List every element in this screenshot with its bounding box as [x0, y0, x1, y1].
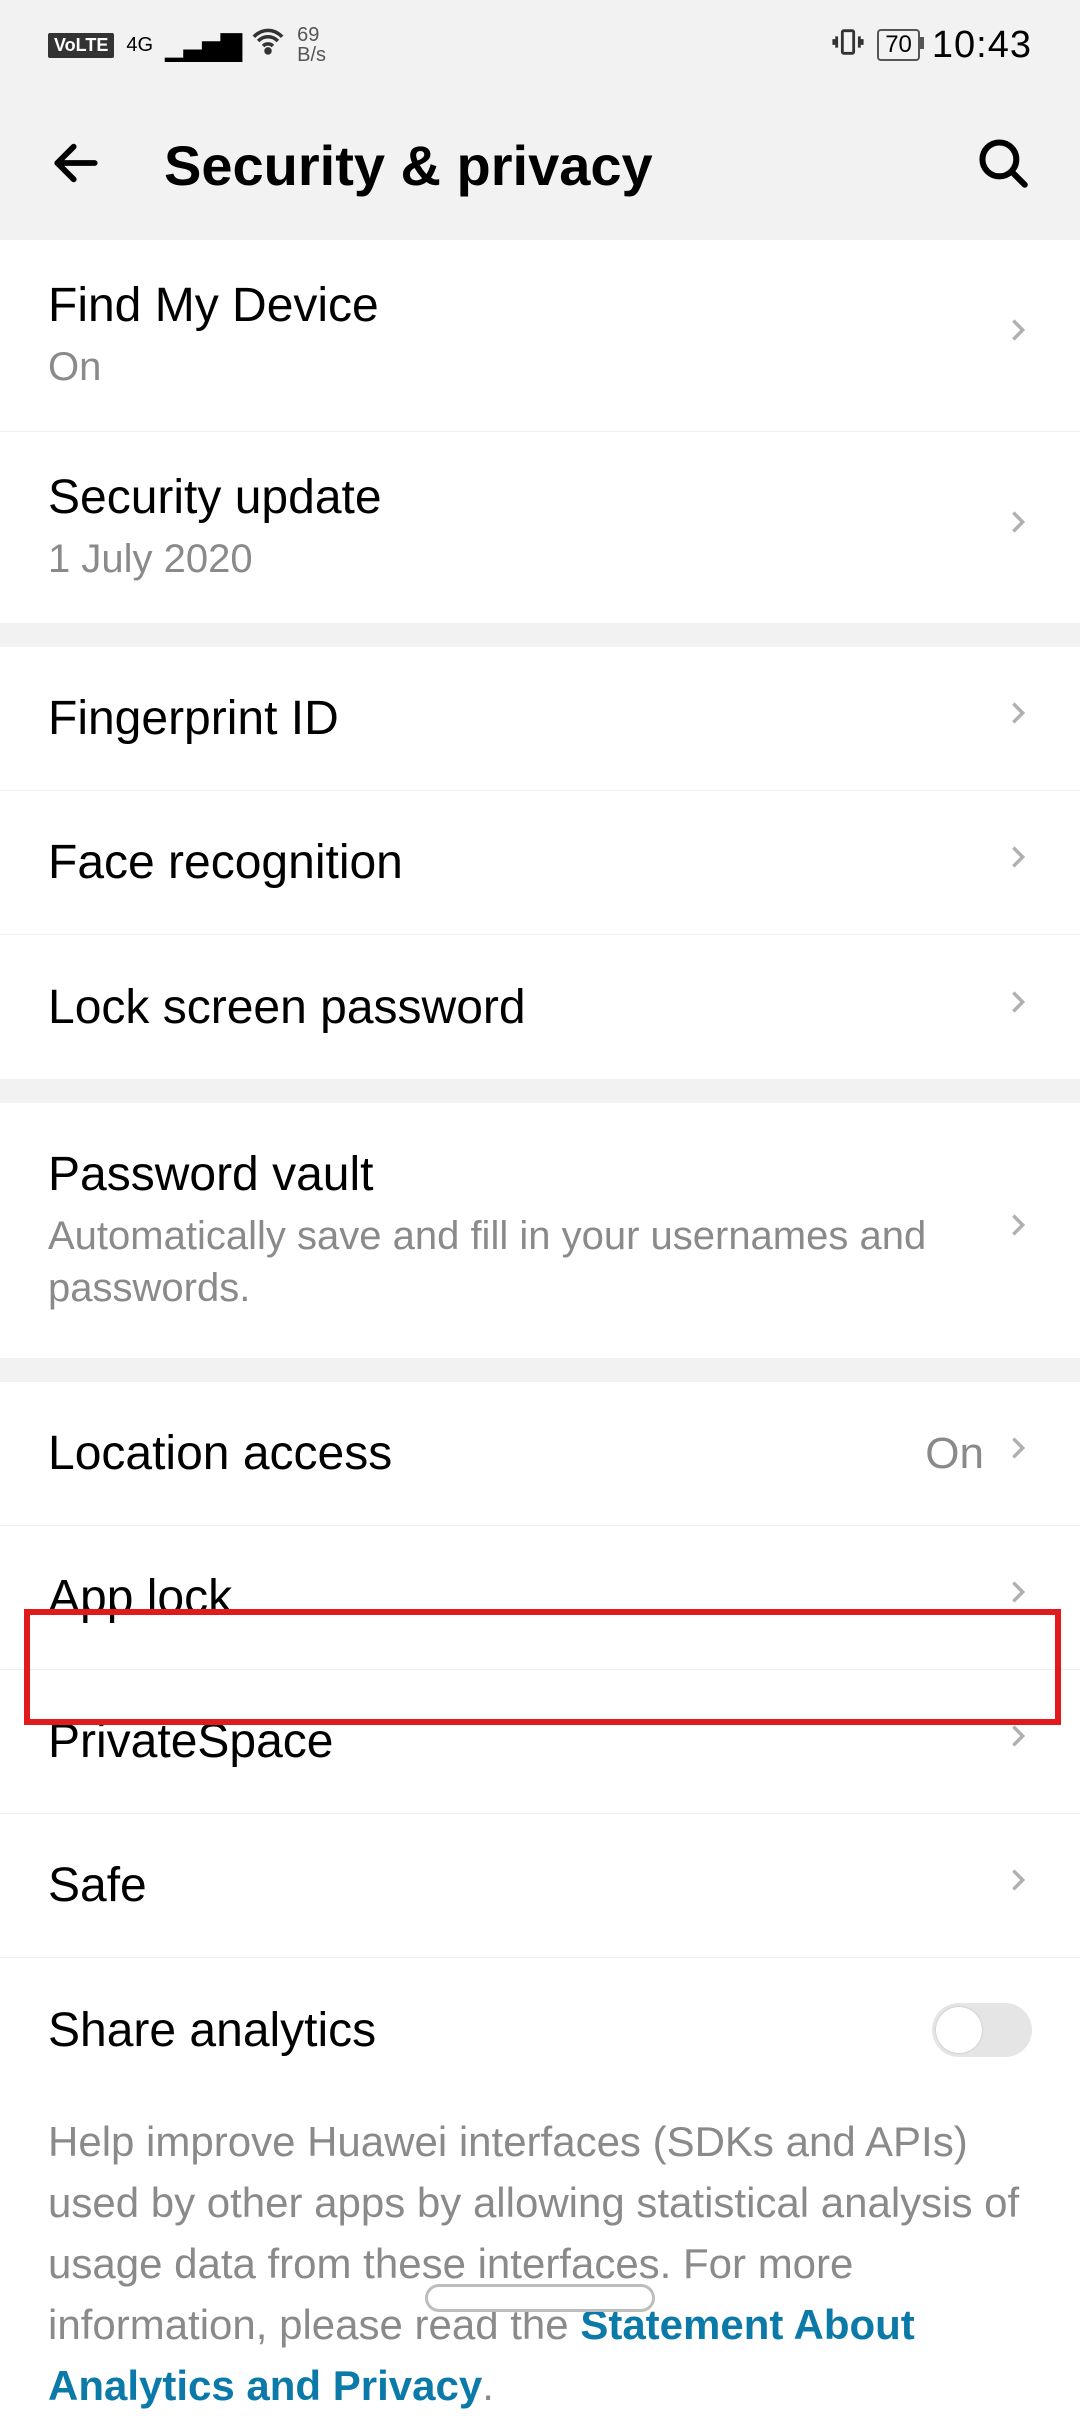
wifi-icon [251, 24, 285, 66]
gesture-nav-pill[interactable] [425, 2284, 655, 2312]
row-location-access[interactable]: Location access On [0, 1382, 1080, 1526]
settings-group-biometrics: Fingerprint ID Face recognition Lock scr… [0, 647, 1080, 1079]
row-title: Share analytics [48, 2003, 932, 2058]
row-app-lock[interactable]: App lock [0, 1526, 1080, 1670]
status-bar: VoLTE 4G ▁▃▅▇ 69 B/s 70 10:43 [0, 0, 1080, 90]
row-privatespace[interactable]: PrivateSpace [0, 1670, 1080, 1814]
row-title: App lock [48, 1570, 1004, 1625]
row-password-vault[interactable]: Password vault Automatically save and fi… [0, 1103, 1080, 1358]
chevron-right-icon [1004, 306, 1032, 365]
chevron-right-icon [1004, 833, 1032, 892]
row-subtitle: Automatically save and fill in your user… [48, 1210, 1004, 1314]
row-subtitle: 1 July 2020 [48, 533, 1004, 585]
row-lock-screen-password[interactable]: Lock screen password [0, 935, 1080, 1079]
chevron-right-icon [1004, 1424, 1032, 1483]
row-title: Location access [48, 1426, 925, 1481]
row-find-my-device[interactable]: Find My Device On [0, 240, 1080, 432]
network-speed-indicator: 69 B/s [297, 25, 326, 65]
chevron-right-icon [1004, 1712, 1032, 1771]
back-arrow-icon[interactable] [48, 135, 104, 196]
row-title: Security update [48, 470, 1004, 525]
chevron-right-icon [1004, 498, 1032, 557]
row-face-recognition[interactable]: Face recognition [0, 791, 1080, 935]
signal-bars-icon: ▁▃▅▇ [165, 29, 239, 62]
row-fingerprint-id[interactable]: Fingerprint ID [0, 647, 1080, 791]
row-title: Find My Device [48, 278, 1004, 333]
chevron-right-icon [1004, 689, 1032, 748]
chevron-right-icon [1004, 1856, 1032, 1915]
row-title: Fingerprint ID [48, 691, 1004, 746]
page-title: Security & privacy [164, 133, 914, 198]
row-subtitle: On [48, 341, 1004, 393]
chevron-right-icon [1004, 1568, 1032, 1627]
row-title: Face recognition [48, 835, 1004, 890]
row-title: PrivateSpace [48, 1714, 1004, 1769]
share-analytics-toggle[interactable] [932, 2003, 1032, 2057]
chevron-right-icon [1004, 1201, 1032, 1260]
settings-group-password-vault: Password vault Automatically save and fi… [0, 1103, 1080, 1358]
row-title: Password vault [48, 1147, 1004, 1202]
settings-group-device: Find My Device On Security update 1 July… [0, 240, 1080, 623]
footnote-after: . [482, 2362, 494, 2409]
volte-indicator: VoLTE [48, 33, 114, 58]
row-title: Safe [48, 1858, 1004, 1913]
row-security-update[interactable]: Security update 1 July 2020 [0, 432, 1080, 623]
row-value: On [925, 1429, 984, 1479]
settings-group-privacy: Location access On App lock PrivateSpace… [0, 1382, 1080, 2416]
page-header: Security & privacy [0, 90, 1080, 240]
search-icon[interactable] [974, 134, 1032, 197]
row-title: Lock screen password [48, 980, 1004, 1035]
row-safe[interactable]: Safe [0, 1814, 1080, 1958]
clock-indicator: 10:43 [932, 24, 1032, 67]
share-analytics-footnote: Help improve Huawei interfaces (SDKs and… [0, 2102, 1080, 2416]
battery-indicator: 70 [877, 29, 920, 61]
chevron-right-icon [1004, 978, 1032, 1037]
row-share-analytics[interactable]: Share analytics [0, 1958, 1080, 2102]
network-type-indicator: 4G [126, 36, 153, 54]
vibrate-icon [831, 25, 865, 66]
